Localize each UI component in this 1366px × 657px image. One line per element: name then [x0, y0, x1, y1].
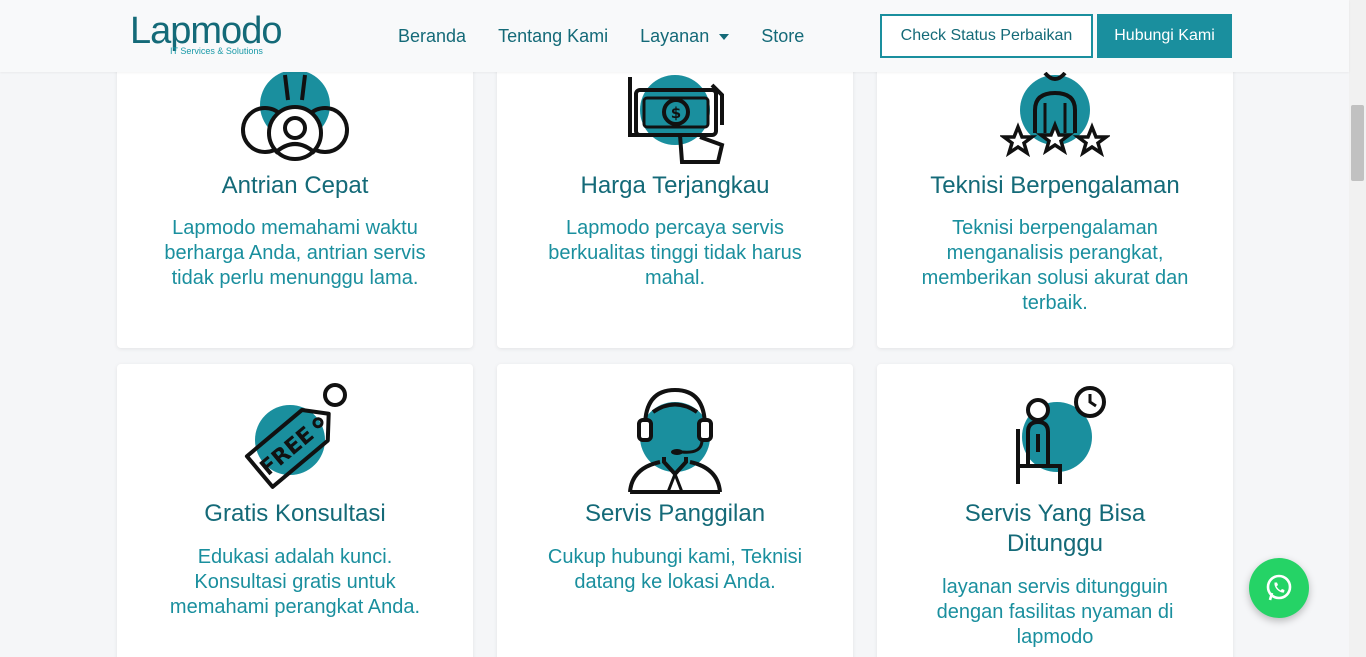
feature-card-teknisi-berpengalaman: Teknisi Berpengalaman Teknisi berpengala… [877, 50, 1233, 348]
feature-card-servis-panggilan: Servis Panggilan Cukup hubungi kami, Tek… [497, 364, 853, 657]
svg-text:$: $ [671, 104, 681, 122]
money-hand-icon: $ [628, 75, 725, 164]
feature-title: Servis Yang Bisa Ditunggu [964, 500, 1146, 557]
queue-icon [241, 70, 349, 161]
waiting-clock-icon [1016, 386, 1106, 484]
feature-title: Gratis Konsultasi [204, 500, 386, 527]
feature-title: Teknisi Berpengalaman [930, 172, 1180, 199]
contact-button[interactable]: Hubungi Kami [1097, 14, 1232, 58]
whatsapp-button[interactable] [1249, 558, 1309, 618]
feature-description: Lapmodo percaya servis berkualitas tingg… [548, 217, 802, 289]
nav-links: Beranda Tentang Kami Layanan Store [398, 26, 836, 47]
feature-card-gratis-konsultasi: FREE Gratis Konsultasi Edukasi adalah ku… [117, 364, 473, 657]
brand-logo[interactable]: Lapmodo IT Services & Solutions [130, 10, 282, 56]
feature-card-harga-terjangkau: $ Harga Terjangkau Lapmodo percaya servi… [497, 50, 853, 348]
nav-item-layanan-label: Layanan [640, 26, 710, 46]
feature-description: layanan servis ditungguin dengan fasilit… [936, 576, 1174, 648]
nav-item-store[interactable]: Store [761, 26, 804, 47]
navbar: Lapmodo IT Services & Solutions Beranda … [0, 0, 1349, 72]
feature-title: Antrian Cepat [221, 172, 369, 199]
feature-description: Edukasi adalah kunci. Konsultasi gratis … [169, 546, 421, 618]
free-tag-icon: FREE [244, 383, 347, 489]
whatsapp-icon [1266, 574, 1292, 601]
feature-title: Servis Panggilan [584, 500, 766, 527]
nav-item-beranda[interactable]: Beranda [398, 26, 466, 47]
technician-stars-icon [1000, 71, 1110, 158]
scrollbar-thumb[interactable] [1351, 105, 1364, 181]
feature-description: Teknisi berpengalaman menganalisis peran… [921, 217, 1189, 314]
nav-item-tentang-kami[interactable]: Tentang Kami [498, 26, 608, 47]
feature-card-antrian-cepat: Antrian Cepat Lapmodo memahami waktu ber… [117, 50, 473, 348]
scrollbar-track[interactable] [1349, 0, 1366, 657]
brand-tagline: IT Services & Solutions [170, 46, 263, 56]
caret-down-icon [719, 33, 730, 40]
nav-item-layanan[interactable]: Layanan [640, 26, 730, 47]
feature-card-servis-ditunggu: Servis Yang Bisa Ditunggu layanan servis… [877, 364, 1233, 657]
headset-agent-icon [628, 387, 722, 494]
brand-name: Lapmodo [130, 10, 282, 52]
feature-description: Cukup hubungi kami, Teknisi datang ke lo… [547, 546, 803, 593]
check-status-button[interactable]: Check Status Perbaikan [880, 14, 1093, 58]
feature-title: Harga Terjangkau [580, 172, 770, 199]
feature-description: Lapmodo memahami waktu berharga Anda, an… [164, 217, 426, 289]
